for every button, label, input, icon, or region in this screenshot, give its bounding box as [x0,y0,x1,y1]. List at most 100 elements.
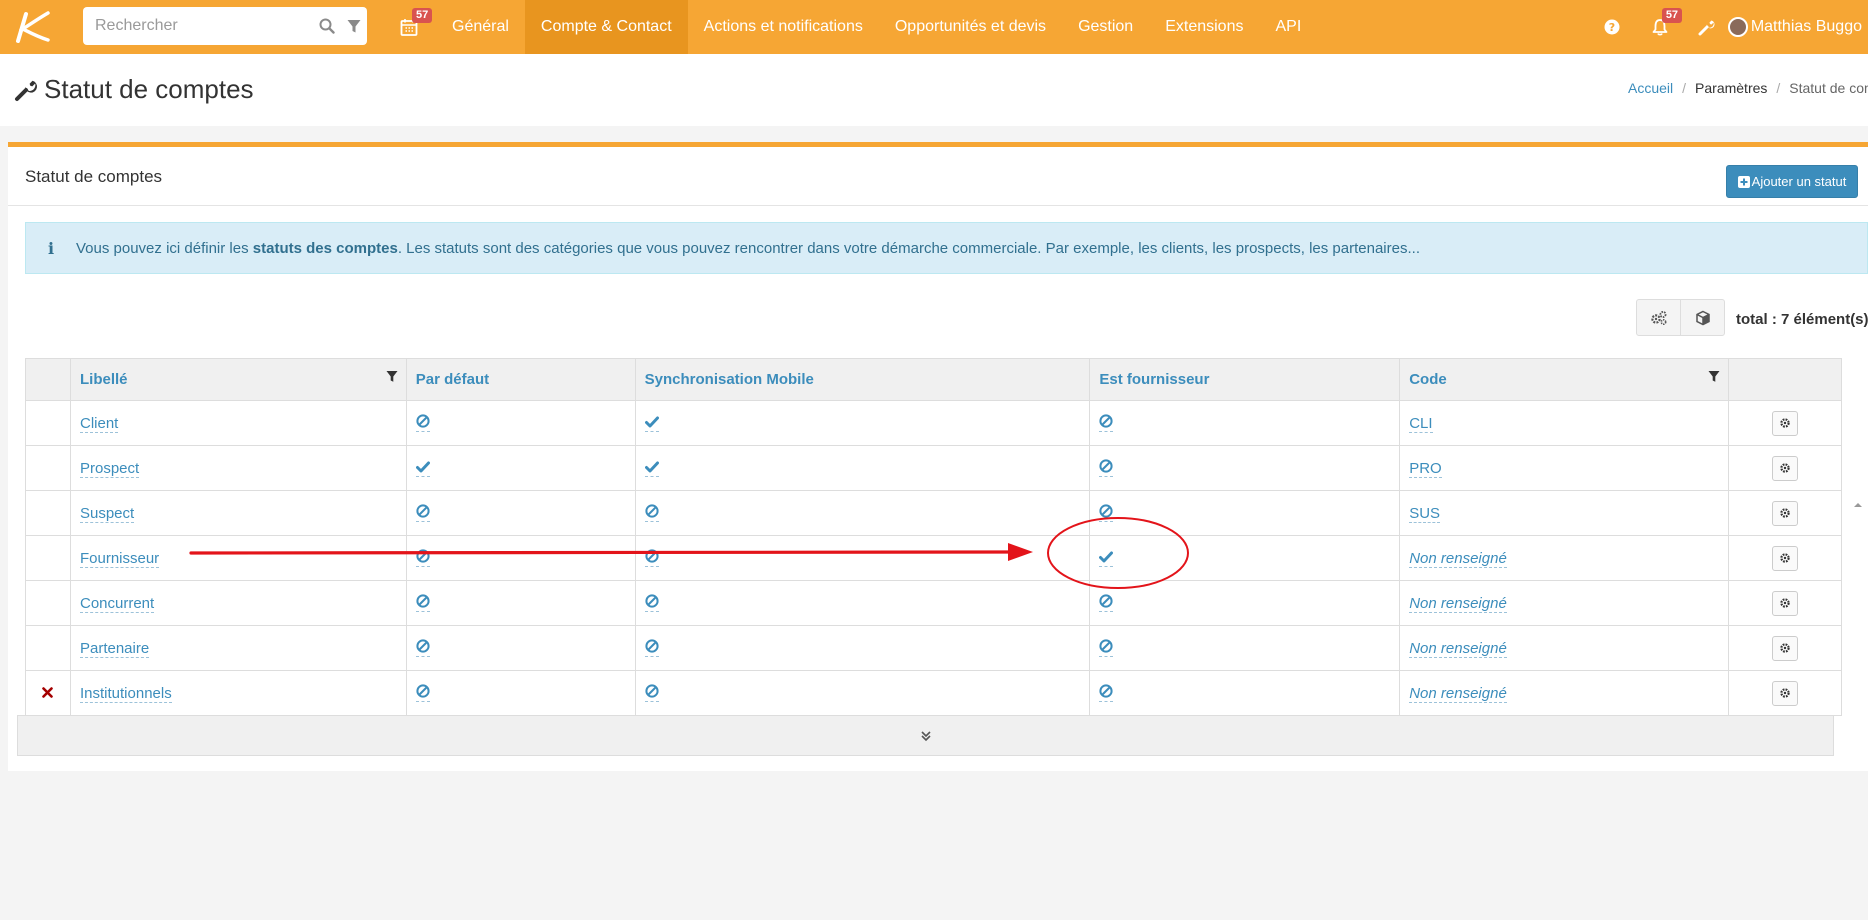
ban-icon[interactable] [1099,414,1114,432]
check-icon[interactable] [415,461,430,477]
filter-icon[interactable] [386,370,398,387]
ban-icon[interactable] [415,549,430,567]
status-label-link[interactable]: Suspect [79,504,135,523]
breadcrumb-home[interactable]: Accueil [1628,80,1673,96]
ban-icon[interactable] [415,639,430,657]
col-sync-mobile[interactable]: Synchronisation Mobile [634,358,1091,401]
breadcrumb-parent[interactable]: Paramètres [1695,80,1767,96]
code-empty[interactable]: Non renseigné [1409,594,1507,613]
nav-actions-notifications[interactable]: Actions et notifications [688,0,879,54]
col-default[interactable]: Par défaut [405,358,636,401]
label-cell: Fournisseur [69,535,407,581]
app-logo[interactable] [4,0,60,54]
page-title: Statut de comptes [14,74,254,105]
check-icon[interactable] [644,461,659,477]
nav-compte-contact[interactable]: Compte & Contact [524,0,688,54]
row-settings-button[interactable] [1772,545,1798,571]
settings-tool-button[interactable] [1637,300,1681,335]
load-more-row[interactable] [17,715,1834,756]
times-icon[interactable] [42,686,54,698]
row-left-actions [25,670,71,716]
code-value[interactable]: CLI [1409,414,1433,433]
sync-cell [634,445,1091,491]
ban-icon[interactable] [644,639,659,657]
row-settings-button[interactable] [1772,590,1798,616]
code-empty[interactable]: Non renseigné [1409,549,1507,568]
ban-icon[interactable] [644,594,659,612]
col-code[interactable]: Code [1399,358,1730,401]
status-label-link[interactable]: Fournisseur [79,549,160,568]
ban-icon[interactable] [1099,594,1114,612]
ban-icon[interactable] [1099,684,1114,702]
row-settings-button[interactable] [1772,680,1798,706]
status-label-link[interactable]: Concurrent [79,594,155,613]
help-icon[interactable]: ? [1588,19,1636,35]
code-empty[interactable]: Non renseigné [1409,684,1507,703]
default-cell [405,490,636,536]
row-left-actions [25,580,71,626]
status-label-link[interactable]: Client [79,414,119,433]
user-menu[interactable]: Matthias Buggo [1727,17,1862,37]
nav-extensions[interactable]: Extensions [1149,0,1259,54]
code-cell: Non renseigné [1399,580,1730,626]
search-icon[interactable] [314,7,341,45]
add-status-button[interactable]: Ajouter un statut [1726,165,1858,198]
label-cell: Client [69,400,407,446]
search-box [83,7,367,45]
total-count: total : 7 élément(s) [1736,311,1868,328]
ban-icon[interactable] [415,414,430,432]
sync-cell [634,670,1091,716]
scrollbar[interactable] [1853,500,1863,920]
row-settings-button[interactable] [1772,410,1798,436]
ban-icon[interactable] [415,504,430,522]
search-input[interactable] [83,8,314,44]
code-empty[interactable]: Non renseigné [1409,639,1507,658]
ban-icon[interactable] [644,504,659,522]
nav-general[interactable]: Général [436,0,525,54]
check-icon[interactable] [1099,551,1114,567]
filter-icon[interactable] [341,7,368,45]
ban-icon[interactable] [644,549,659,567]
notifications-button[interactable]: 57 [1636,8,1684,44]
code-cell: Non renseigné [1399,625,1730,671]
table-header-row: Libellé Par défaut Synchronisation Mobil… [25,358,1842,401]
notifications-badge: 57 [1661,8,1683,23]
col-label[interactable]: Libellé [69,358,407,401]
code-cell: SUS [1399,490,1730,536]
status-label-link[interactable]: Institutionnels [79,684,172,703]
nav-gestion[interactable]: Gestion [1062,0,1149,54]
sync-cell [634,580,1091,626]
ban-icon[interactable] [1099,639,1114,657]
status-label-link[interactable]: Prospect [79,459,140,478]
ban-icon[interactable] [1099,459,1114,477]
row-settings-button[interactable] [1772,500,1798,526]
ban-icon[interactable] [415,684,430,702]
row-right-actions [1728,400,1842,446]
default-cell [405,445,636,491]
col-supplier[interactable]: Est fournisseur [1089,358,1401,401]
row-settings-button[interactable] [1772,455,1798,481]
code-value[interactable]: SUS [1409,504,1441,523]
export-tool-button[interactable] [1681,300,1724,335]
nav-api[interactable]: API [1259,0,1317,54]
check-icon[interactable] [644,416,659,432]
status-label-link[interactable]: Partenaire [79,639,150,658]
cog-icon [1779,687,1791,699]
ban-icon[interactable] [415,594,430,612]
cog-icon [1779,642,1791,654]
ban-icon[interactable] [644,684,659,702]
info-text: Vous pouvez ici définir les statuts des … [76,239,1420,257]
row-right-actions [1728,625,1842,671]
wrench-icon[interactable] [1684,18,1728,36]
calendar-button[interactable]: 57 [396,8,433,44]
filter-icon[interactable] [1708,370,1720,387]
ban-icon[interactable] [1099,504,1114,522]
row-settings-button[interactable] [1772,635,1798,661]
user-name: Matthias Buggo [1750,18,1862,35]
label-cell: Concurrent [69,580,407,626]
label-cell: Suspect [69,490,407,536]
code-cell: PRO [1399,445,1730,491]
code-value[interactable]: PRO [1409,459,1442,478]
supplier-cell [1089,670,1401,716]
nav-opportunites-devis[interactable]: Opportunités et devis [879,0,1062,54]
